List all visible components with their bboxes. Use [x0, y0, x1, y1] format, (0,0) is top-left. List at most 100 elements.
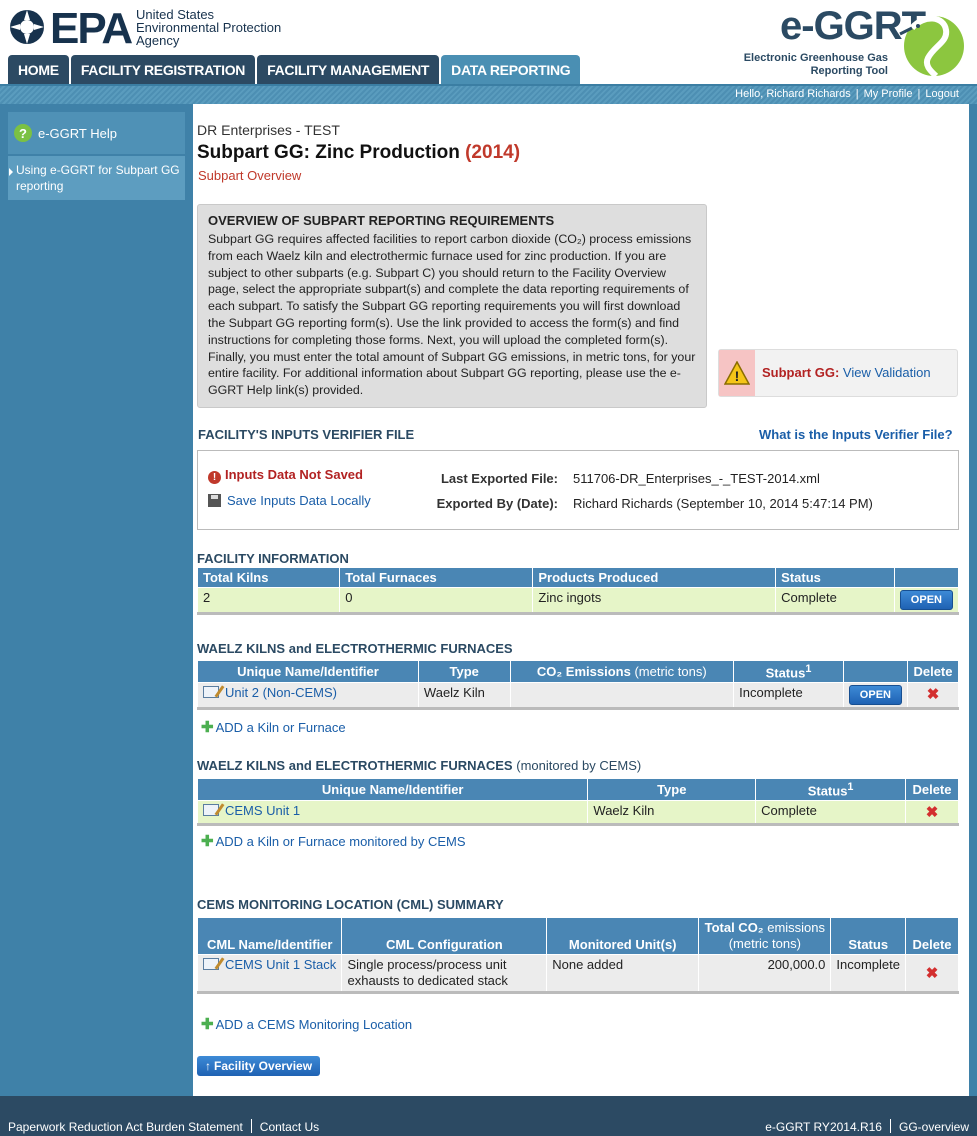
cell-status: Complete: [775, 587, 895, 615]
epa-logo[interactable]: EPA United States Environmental Protecti…: [8, 4, 298, 53]
validation-box: ! Subpart GG: View Validation: [718, 349, 958, 397]
status-header-text: Status: [765, 665, 806, 681]
col-unique-name: Unique Name/Identifier: [197, 659, 419, 684]
help-link-label: Using e-GGRT for Subpart GG reporting: [16, 163, 180, 193]
cell-type: Waelz Kiln: [417, 682, 511, 711]
col-type: Type: [587, 777, 757, 802]
logout-link[interactable]: Logout: [925, 88, 959, 100]
main-content: DR Enterprises - TEST Subpart GG: Zinc P…: [193, 104, 969, 1096]
total-co2-header-text: Total CO₂: [704, 920, 764, 935]
table-row: CEMS Unit 1 Waelz Kiln Complete ✖: [196, 800, 960, 827]
edit-icon[interactable]: [203, 804, 219, 817]
col-unique-name: Unique Name/Identifier: [196, 777, 589, 802]
cell-status: Incomplete: [733, 682, 844, 711]
edit-icon[interactable]: [203, 686, 219, 699]
col-actions: [893, 567, 960, 588]
unit-link[interactable]: Unit 2 (Non-CEMS): [225, 685, 337, 700]
kilns-table: Unique Name/Identifier Type CO₂ Emission…: [197, 659, 960, 711]
col-status: Status: [775, 567, 895, 588]
plus-icon: ✚: [201, 719, 214, 736]
tab-facility-management[interactable]: FACILITY MANAGEMENT: [257, 55, 440, 84]
cems-unit-link[interactable]: CEMS Unit 1: [225, 803, 300, 818]
tab-data-reporting[interactable]: DATA REPORTING: [441, 55, 581, 84]
cell-co2: [509, 682, 735, 711]
kilns-cems-section-title: WAELZ KILNS and ELECTROTHERMIC FURNACES …: [197, 758, 641, 773]
col-delete: Delete: [904, 777, 960, 802]
delete-icon[interactable]: ✖: [926, 804, 939, 821]
verifier-help-link[interactable]: What is the Inputs Verifier File?: [759, 427, 953, 442]
overview-body: Subpart GG requires affected facilities …: [208, 232, 696, 398]
footer-divider: [889, 1119, 891, 1133]
cell-unique-name: Unit 2 (Non-CEMS): [197, 682, 419, 711]
help-link-subpart-gg[interactable]: Using e-GGRT for Subpart GG reporting: [8, 156, 185, 200]
validation-text: Subpart GG: View Validation: [762, 365, 931, 380]
kilns-cems-table: Unique Name/Identifier Type Status1 Dele…: [196, 777, 960, 827]
user-bar: Hello, Richard Richards | My Profile | Logou…: [0, 84, 977, 104]
add-kiln-link[interactable]: ADD a Kiln or Furnace: [216, 720, 346, 735]
add-cml-link[interactable]: ADD a CEMS Monitoring Location: [216, 1017, 413, 1032]
open-facility-info-button[interactable]: OPEN: [899, 590, 953, 610]
cell-cml-config: Single process/process unit exhausts to …: [341, 954, 548, 994]
cell-total-co2: 200,000.0: [698, 954, 832, 994]
agency-line-3: Agency: [136, 33, 180, 48]
cell-unique-name: CEMS Unit 1: [196, 800, 589, 827]
cell-action: OPEN: [893, 587, 960, 615]
user-greeting[interactable]: Hello, Richard Richards: [735, 88, 851, 100]
col-total-co2: Total CO₂ emissions (metric tons): [698, 917, 832, 955]
col-open: [842, 659, 908, 684]
cml-table: CML Name/Identifier CML Configuration Mo…: [196, 917, 959, 994]
table-row: CEMS Unit 1 Stack Single process/process…: [196, 954, 959, 994]
error-icon: !: [208, 471, 221, 484]
cell-monitored-units: None added: [546, 954, 700, 994]
col-delete: Delete: [905, 917, 959, 955]
facility-info-table: Total Kilns Total Furnaces Products Prod…: [196, 567, 960, 615]
eggrt-logo: e-GGRT Electronic Greenhouse Gas Reporti…: [740, 4, 970, 80]
cell-type: Waelz Kiln: [587, 800, 757, 827]
save-inputs-link[interactable]: Save Inputs Data Locally: [227, 493, 371, 508]
eggrt-tagline-1: Electronic Greenhouse Gas: [743, 52, 888, 64]
add-cml-row: ✚ ADD a CEMS Monitoring Location: [201, 1015, 412, 1033]
sidebar: ? e-GGRT Help Using e-GGRT for Subpart G…: [0, 104, 193, 1096]
contact-us-link[interactable]: Contact Us: [260, 1120, 319, 1134]
warning-icon: !: [724, 361, 750, 385]
col-delete: Delete: [906, 659, 960, 684]
facility-overview-button[interactable]: ↑ Facility Overview: [197, 1056, 321, 1076]
status-footnote: 1: [805, 663, 812, 675]
my-profile-link[interactable]: My Profile: [864, 88, 913, 100]
cml-section-title: CEMS MONITORING LOCATION (CML) SUMMARY: [197, 897, 504, 912]
epa-flower-icon: [10, 10, 44, 44]
add-cems-kiln-row: ✚ ADD a Kiln or Furnace monitored by CEMS: [201, 832, 466, 850]
tab-home[interactable]: HOME: [8, 55, 69, 84]
view-validation-link[interactable]: View Validation: [843, 365, 931, 380]
col-cml-config: CML Configuration: [341, 917, 548, 955]
facility-overview-label: Facility Overview: [214, 1059, 313, 1073]
help-icon: ?: [14, 124, 32, 142]
footer-divider: [250, 1119, 252, 1133]
main-nav: HOME FACILITY REGISTRATION FACILITY MANA…: [8, 55, 581, 84]
kilns-cems-title-suffix: (monitored by CEMS): [516, 758, 642, 773]
facility-name: DR Enterprises - TEST: [197, 122, 340, 138]
col-status: Status1: [733, 659, 844, 684]
burden-statement-link[interactable]: Paperwork Reduction Act Burden Statement: [8, 1120, 243, 1134]
user-links: Hello, Richard Richards | My Profile | Logou…: [735, 88, 959, 100]
help-header[interactable]: ? e-GGRT Help: [8, 112, 185, 154]
delete-icon[interactable]: ✖: [927, 686, 940, 703]
eggrt-tagline-2: Reporting Tool: [810, 65, 888, 77]
page-title: Subpart GG: Zinc Production (2014): [197, 142, 520, 164]
facility-info-title: FACILITY INFORMATION: [197, 551, 349, 566]
open-unit-button[interactable]: OPEN: [848, 685, 902, 706]
edit-icon[interactable]: [203, 958, 219, 970]
overview-box: OVERVIEW OF SUBPART REPORTING REQUIREMEN…: [197, 204, 707, 408]
delete-icon[interactable]: ✖: [926, 965, 939, 982]
epa-wordmark: EPA: [50, 4, 133, 53]
tab-facility-registration[interactable]: FACILITY REGISTRATION: [70, 55, 256, 84]
kilns-cems-title-text: WAELZ KILNS and ELECTROTHERMIC FURNACES: [197, 758, 513, 773]
col-monitored-units: Monitored Unit(s): [546, 917, 700, 955]
cml-link[interactable]: CEMS Unit 1 Stack: [225, 957, 336, 972]
cell-cml-name: CEMS Unit 1 Stack: [196, 954, 343, 994]
table-header-row: CML Name/Identifier CML Configuration Mo…: [196, 917, 959, 955]
cell-status: Incomplete: [830, 954, 906, 994]
add-cems-kiln-link[interactable]: ADD a Kiln or Furnace monitored by CEMS: [216, 834, 466, 849]
col-type: Type: [417, 659, 511, 684]
cell-total-furnaces: 0: [339, 587, 534, 615]
